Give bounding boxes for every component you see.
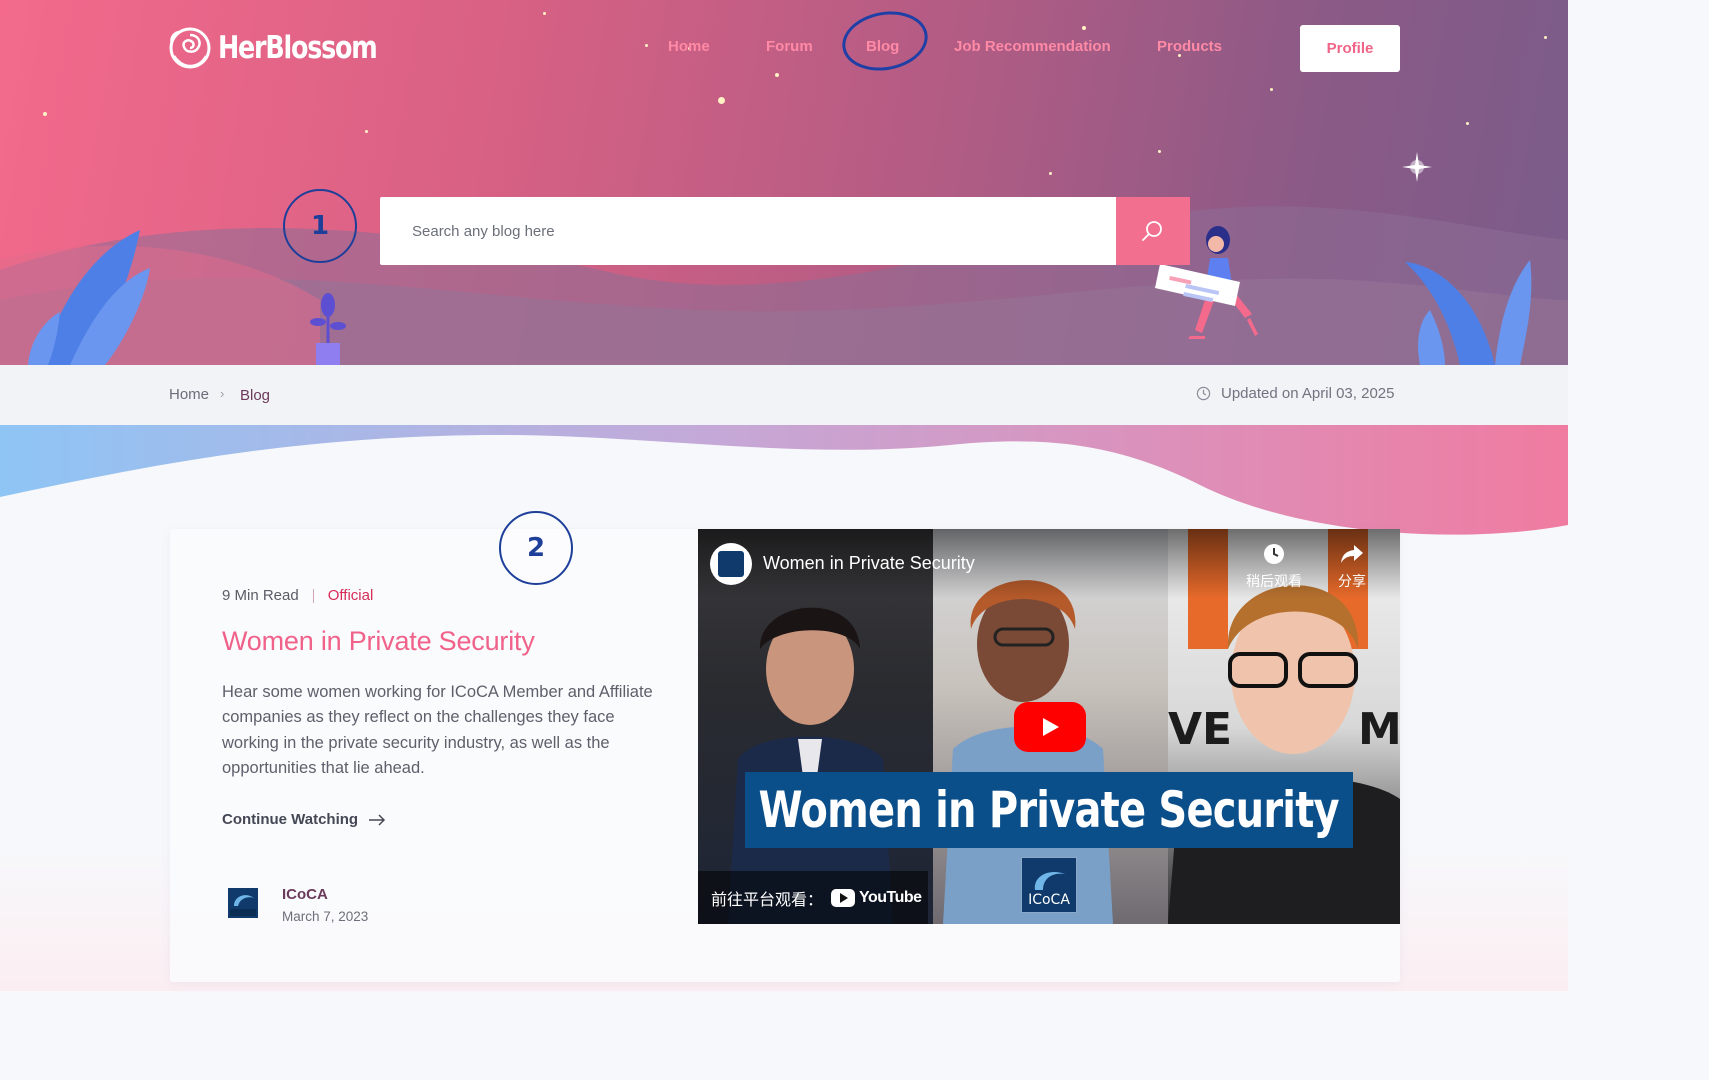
youtube-link[interactable]: YouTube [831,888,922,907]
video-title[interactable]: Women in Private Security [763,553,975,574]
youtube-label: YouTube [859,888,922,906]
nav-forum[interactable]: Forum [766,38,813,55]
svg-text:VE: VE [1168,704,1232,755]
breadcrumb: Home › Blog Updated on April 03, 2025 [0,365,1568,425]
rose-logo-icon [169,27,211,69]
hero-header: HerBlossom Home Forum Blog Job Recommend… [0,0,1568,365]
post-date: March 7, 2023 [282,909,369,924]
share-button[interactable]: 分享 [1338,543,1366,591]
video-title-banner: Women in Private Security [745,772,1353,848]
search-box [380,197,1116,265]
clock-icon [1264,544,1284,564]
icoca-logo-icon [228,888,258,918]
annotation-marker-2: 2 [499,511,573,585]
video-banner-text: Women in Private Security [758,781,1340,839]
watch-later-label: 稍后观看 [1246,574,1302,590]
share-label: 分享 [1338,574,1366,590]
search-icon [1142,221,1162,241]
updated-info: Updated on April 03, 2025 [1196,385,1394,402]
svg-text:M: M [1358,704,1400,755]
arrow-right-icon [369,813,386,826]
icoca-video-badge: ICoCA [1021,857,1077,913]
youtube-icon [831,888,856,907]
brand-name: HerBlossom [218,30,378,66]
continue-watching-label: Continue Watching [222,811,359,828]
clock-icon [1196,386,1211,401]
chevron-right-icon: › [220,386,225,401]
nav-home[interactable]: Home [668,38,710,55]
author-name[interactable]: ICoCA [282,886,328,903]
watch-later-button[interactable]: 稍后观看 [1246,543,1302,591]
nav-job-recommendation[interactable]: Job Recommendation [954,38,1111,55]
channel-avatar[interactable] [710,543,752,585]
continue-watching-link[interactable]: Continue Watching [222,811,386,828]
post-description: Hear some women working for ICoCA Member… [222,683,653,777]
play-button[interactable] [1014,702,1086,752]
icoca-logo-icon [1034,871,1065,890]
search-button[interactable] [1116,197,1190,265]
updated-date: Updated on April 03, 2025 [1221,385,1395,402]
profile-button[interactable]: Profile [1300,25,1400,72]
icoca-badge-label: ICoCA [1028,892,1070,908]
video-player[interactable]: VE M Women in Private Security 稍后观看 分享 W… [698,529,1400,924]
watch-on-platform-bar[interactable]: 前往平台观看： YouTube [698,871,928,924]
post-title[interactable]: Women in Private Security [222,626,535,657]
brand-logo[interactable]: HerBlossom [168,26,411,70]
annotation-marker-1: 1 [283,189,357,263]
read-time: 9 Min Read [222,587,299,604]
share-icon [1341,545,1363,563]
post-tag[interactable]: Official [328,587,374,604]
breadcrumb-home[interactable]: Home [169,386,209,403]
author-avatar [228,888,258,918]
search-input[interactable] [412,222,1092,240]
watch-on-label: 前往平台观看： [711,889,824,909]
nav-products[interactable]: Products [1157,38,1222,55]
meta-divider [312,588,314,603]
play-icon [1043,718,1059,736]
breadcrumb-current: Blog [240,387,271,404]
post-meta: 9 Min Read Official [222,587,373,604]
